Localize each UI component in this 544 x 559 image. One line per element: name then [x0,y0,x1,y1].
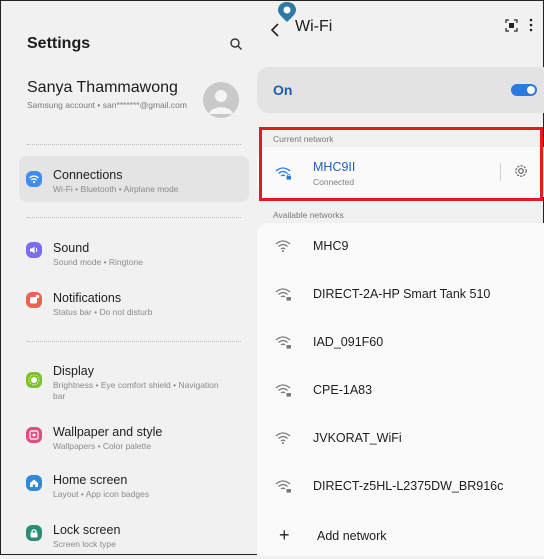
network-row[interactable]: JVKORAT_WiFi [257,415,544,461]
wifi-secured-icon [275,480,291,493]
network-row[interactable]: MHC9 [257,223,544,269]
divider [27,217,241,218]
network-name: DIRECT-2A-HP Smart Tank 510 [313,287,491,301]
lock-icon [26,525,42,541]
wifi-panel: Wi-Fi On Current network MHC9II Connecte… [257,1,544,556]
network-row[interactable]: DIRECT-2A-HP Smart Tank 510 [257,271,544,317]
network-name: JVKORAT_WiFi [313,431,402,445]
person-icon [209,90,233,114]
menu-item-label: Sound [53,241,90,255]
menu-item-connections[interactable]: Connections Wi-Fi • Bluetooth • Airplane… [19,156,249,202]
menu-item-label: Wallpaper and style [53,425,163,439]
network-row[interactable]: DIRECT-z5HL-L2375DW_BR916c [257,463,544,509]
available-networks-list: MHC9 DIRECT-2A-HP Smart Tank 510 IAD_091… [257,223,544,556]
add-network-label: Add network [317,529,387,543]
menu-item-subtitle: Layout • App icon badges [53,489,150,499]
settings-panel: Settings Sanya Thammawong Samsung accoun… [1,1,255,556]
profile-account: Samsung account • san*******@gmail.com [27,100,187,110]
menu-item-label: Display [53,364,94,378]
wifi-icon [275,240,291,252]
network-name: IAD_091F60 [313,335,384,349]
menu-item-subtitle: Sound mode • Ringtone [53,257,143,267]
back-arrow-icon[interactable] [269,23,281,37]
account-profile[interactable]: Sanya Thammawong Samsung account • san**… [27,79,249,129]
network-row[interactable]: CPE-1A83 [257,367,544,413]
menu-item-subtitle: Brightness • Eye comfort shield • Naviga… [53,380,219,401]
search-icon[interactable] [229,37,243,51]
wifi-secured-icon [275,384,291,397]
divider [27,341,241,342]
add-network-button[interactable]: + Add network [257,513,544,559]
wifi-secured-icon [275,288,291,301]
network-name: MHC9 [313,239,349,253]
menu-item-notifications[interactable]: Notifications Status bar • Do not distur… [19,285,249,331]
menu-item-home-screen[interactable]: Home screen Layout • App icon badges [19,467,249,513]
avatar[interactable] [203,82,239,118]
network-name: DIRECT-z5HL-L2375DW_BR916c [313,479,504,493]
home-icon [26,475,42,491]
menu-item-wallpaper[interactable]: Wallpaper and style Wallpapers • Color p… [19,419,249,465]
menu-item-label: Lock screen [53,523,121,537]
wifi-secured-icon [275,336,291,349]
menu-item-subtitle: Wallpapers • Color palette [53,441,152,451]
brightness-icon [26,372,42,388]
divider [27,144,241,145]
wallpaper-icon [26,427,42,443]
menu-item-label: Connections [53,168,123,182]
speaker-icon [26,242,42,258]
toggle-knob [527,86,535,94]
plus-icon: + [279,525,290,545]
settings-header: Settings [27,35,249,59]
menu-item-subtitle: Status bar • Do not disturb [53,307,153,317]
highlight-box [259,127,543,201]
network-name: CPE-1A83 [313,383,373,397]
wifi-toggle[interactable] [511,84,537,96]
page-title: Wi-Fi [295,18,333,35]
qr-scan-icon[interactable] [505,19,518,32]
menu-item-display[interactable]: Display Brightness • Eye comfort shield … [19,361,249,411]
notification-icon [26,292,42,308]
menu-item-subtitle: Screen lock type [53,539,116,549]
menu-item-label: Notifications [53,291,122,305]
on-label: On [273,82,293,98]
menu-item-subtitle: Wi-Fi • Bluetooth • Airplane mode [53,184,179,194]
wifi-icon [26,171,42,187]
more-options-icon[interactable] [529,17,533,33]
available-networks-label: Available networks [273,210,344,220]
wifi-icon [275,432,291,444]
page-title: Settings [27,35,91,52]
menu-item-sound[interactable]: Sound Sound mode • Ringtone [19,235,249,281]
wifi-master-switch[interactable]: On [257,67,544,113]
menu-item-label: Home screen [53,473,128,487]
menu-item-lock-screen[interactable]: Lock screen Screen lock type [19,517,249,555]
network-row[interactable]: IAD_091F60 [257,319,544,365]
